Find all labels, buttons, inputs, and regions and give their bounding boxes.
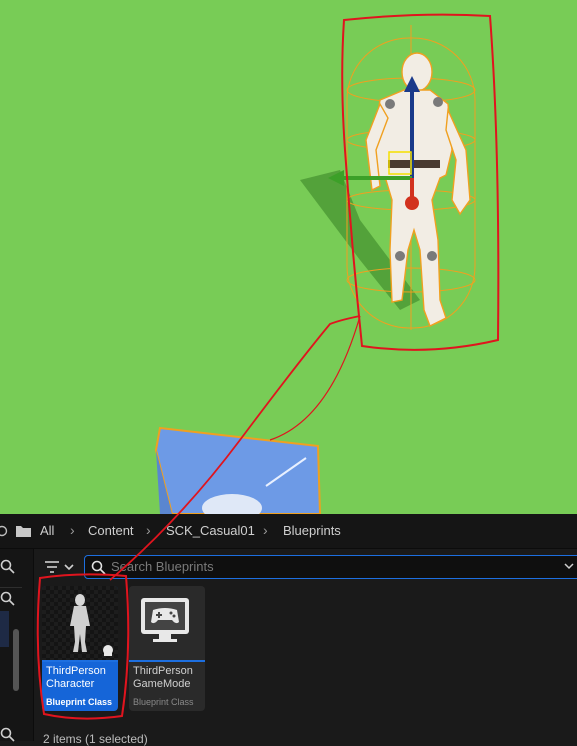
asset-tile-thirdperson-gamemode[interactable]: ThirdPerson GameMode Blueprint Class bbox=[129, 586, 205, 711]
level-viewport[interactable] bbox=[0, 0, 577, 514]
search-icon bbox=[91, 560, 106, 575]
asset-toolbar bbox=[36, 554, 577, 580]
asset-tile-thirdperson-character[interactable]: ThirdPerson Character Blueprint Class bbox=[42, 586, 118, 711]
breadcrumb-item-blueprints[interactable]: Blueprints bbox=[283, 523, 341, 538]
search-icon[interactable] bbox=[0, 591, 16, 607]
breadcrumb-item-content[interactable]: Content bbox=[88, 523, 134, 538]
breadcrumb: All › Content › SCK_Casual01 › Blueprint… bbox=[0, 514, 577, 549]
filter-button[interactable] bbox=[43, 557, 79, 577]
gamepad-monitor-icon bbox=[141, 598, 189, 642]
folder-tree-selection[interactable] bbox=[0, 611, 9, 647]
folder-tree-panel bbox=[0, 549, 34, 742]
content-browser: All › Content › SCK_Casual01 › Blueprint… bbox=[0, 514, 577, 746]
divider bbox=[0, 587, 22, 588]
viewport-scene bbox=[154, 25, 476, 514]
asset-name-line2: Character bbox=[46, 678, 95, 690]
chevron-right-icon: › bbox=[263, 522, 268, 538]
item-count-status: 2 items (1 selected) bbox=[43, 732, 148, 746]
breadcrumb-item-all[interactable]: All bbox=[40, 523, 54, 538]
breadcrumb-item-sck-casual01[interactable]: SCK_Casual01 bbox=[166, 523, 255, 538]
search-field[interactable] bbox=[84, 555, 577, 579]
asset-name-line2: GameMode bbox=[133, 678, 191, 690]
chevron-right-icon: › bbox=[70, 522, 75, 538]
asset-thumbnail bbox=[42, 586, 118, 660]
chevron-down-icon[interactable] bbox=[563, 562, 575, 572]
asset-thumbnail bbox=[129, 586, 205, 660]
asset-type-label: Blueprint Class bbox=[46, 697, 113, 707]
asset-name-line1: ThirdPerson bbox=[133, 665, 193, 677]
chevron-right-icon: › bbox=[146, 522, 151, 538]
search-icon[interactable] bbox=[0, 559, 16, 575]
asset-name: ThirdPerson Character bbox=[46, 665, 118, 691]
filter-icon bbox=[45, 561, 74, 573]
asset-type-stripe bbox=[129, 660, 205, 662]
folder-icon[interactable] bbox=[15, 524, 33, 538]
scrollbar[interactable] bbox=[13, 629, 19, 691]
asset-name: ThirdPerson GameMode bbox=[133, 665, 205, 691]
history-icon[interactable] bbox=[0, 525, 8, 537]
mannequin-thumbnail-icon bbox=[42, 586, 118, 660]
asset-name-line1: ThirdPerson bbox=[46, 665, 106, 677]
search-input[interactable] bbox=[111, 557, 551, 575]
asset-type-label: Blueprint Class bbox=[133, 697, 194, 707]
blue-cube-mesh[interactable] bbox=[154, 426, 322, 514]
asset-type-stripe bbox=[42, 660, 118, 662]
